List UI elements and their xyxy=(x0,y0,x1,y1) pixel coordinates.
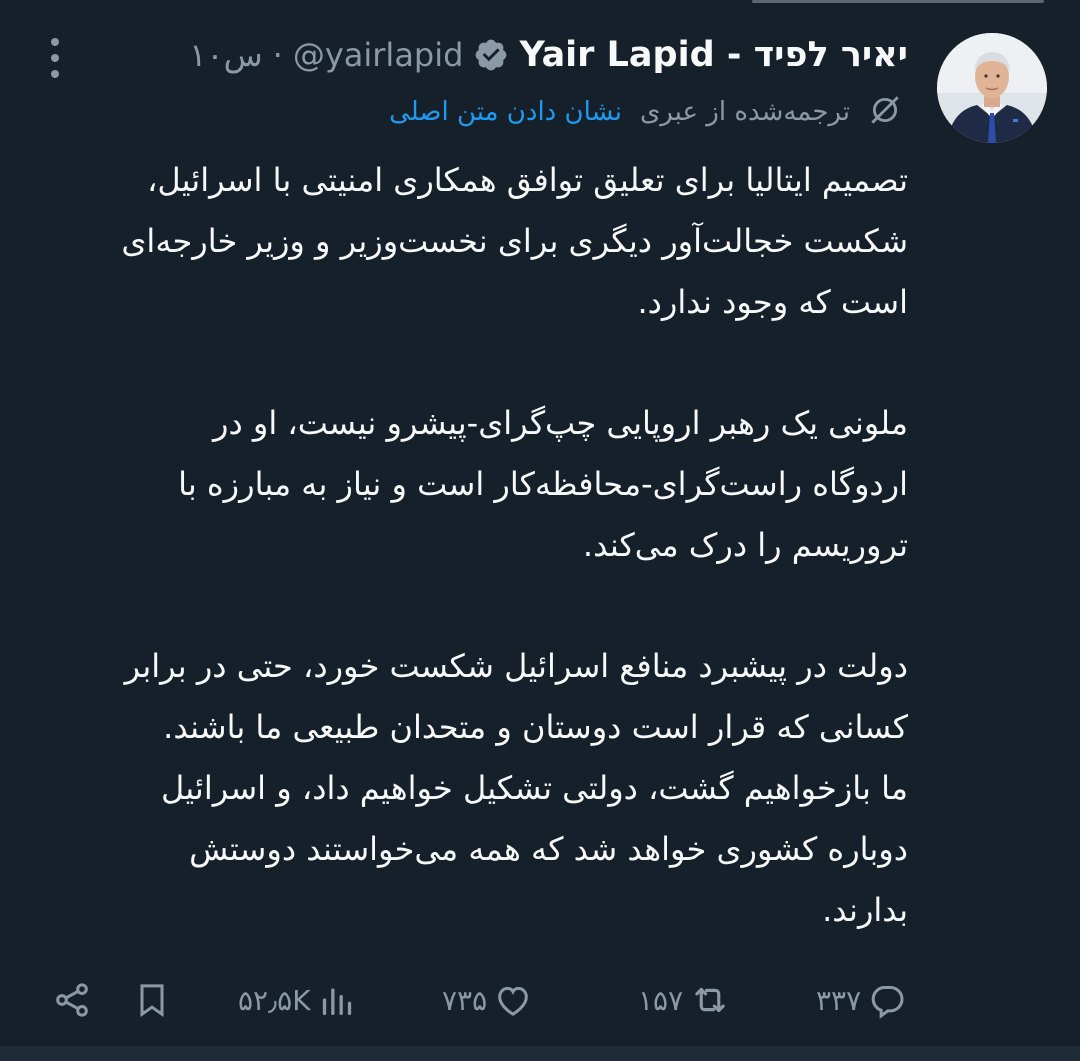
replies-count: ۳۳۷ xyxy=(816,983,862,1017)
likes-count: ۷۳۵ xyxy=(442,983,488,1017)
tweet-time[interactable]: ۱۰س xyxy=(189,36,262,74)
more-options-button[interactable] xyxy=(40,38,70,78)
more-dot-icon xyxy=(51,38,59,46)
views-count: ۵۲٫۵K xyxy=(238,983,311,1017)
translate-icon xyxy=(868,93,902,131)
more-dot-icon xyxy=(51,54,59,62)
bookmark-icon xyxy=(132,980,172,1020)
tweet-paragraph: دولت در پیشبرد منافع اسرائیل شکست خورد، … xyxy=(124,647,908,929)
views-bar-chart-icon xyxy=(317,980,357,1020)
share-icon xyxy=(52,980,92,1020)
author-handle[interactable]: @yairlapid xyxy=(293,36,464,74)
reply-icon xyxy=(867,980,907,1020)
heart-icon xyxy=(493,980,533,1020)
author-name[interactable]: Yair Lapid - יאיר לפיד xyxy=(519,35,908,75)
retweets-count: ۱۵۷ xyxy=(638,983,684,1017)
tweet-text: تصمیم ایتالیا برای تعلیق توافق همکاری ام… xyxy=(48,150,908,941)
share-button[interactable] xyxy=(52,965,92,1035)
like-button[interactable]: ۷۳۵ xyxy=(442,965,533,1035)
bottom-divider xyxy=(0,1046,1080,1061)
separator-dot: · xyxy=(272,36,283,74)
tweet-paragraph: تصمیم ایتالیا برای تعلیق توافق همکاری ام… xyxy=(121,161,908,321)
views-button[interactable]: ۵۲٫۵K xyxy=(238,965,357,1035)
verified-badge-icon xyxy=(473,37,509,73)
translation-notice: ترجمه‌شده از عبری نشان دادن متن اصلی xyxy=(389,90,902,134)
more-dot-icon xyxy=(51,70,59,78)
avatar-image xyxy=(937,33,1047,143)
tweet-paragraph: ملونی یک رهبر اروپایی چپ‌گرای-پیشرو نیست… xyxy=(178,404,908,564)
translated-label: ترجمه‌شده از عبری xyxy=(639,97,850,127)
tweet-action-bar: ۵۲٫۵K ۷۳۵ ۱۵۷ ۳۳۷ xyxy=(0,965,1080,1035)
reply-button[interactable]: ۳۳۷ xyxy=(816,965,907,1035)
tweet-header: ۱۰س · @yairlapid Yair Lapid - יאיר לפיד xyxy=(189,30,908,80)
show-original-link[interactable]: نشان دادن متن اصلی xyxy=(389,97,622,127)
avatar[interactable] xyxy=(937,33,1047,143)
retweet-button[interactable]: ۱۵۷ xyxy=(638,965,731,1035)
retweet-icon xyxy=(689,979,731,1021)
top-divider xyxy=(0,0,1080,3)
bookmark-button[interactable] xyxy=(132,965,172,1035)
